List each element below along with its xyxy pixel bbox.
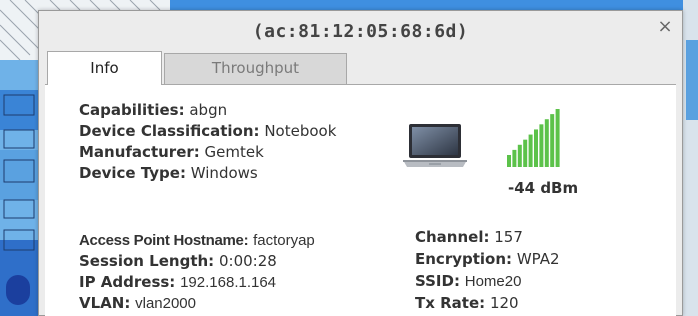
- ssid-label: SSID:: [415, 272, 460, 290]
- signal-bar: [517, 144, 522, 167]
- session-length-row: Session Length: 0:00:28: [79, 252, 277, 270]
- encryption-value: WPA2: [516, 250, 560, 268]
- encryption-label: Encryption:: [415, 250, 513, 268]
- signal-bar: [507, 155, 511, 167]
- channel-value: 157: [494, 228, 523, 246]
- device-type-label: Device Type:: [79, 164, 186, 182]
- signal-strength-value: -44 dBm: [508, 179, 579, 197]
- capabilities-label: Capabilities:: [79, 101, 185, 119]
- capabilities-value: abgn: [189, 101, 228, 119]
- capabilities-row: Capabilities: abgn: [79, 101, 227, 119]
- tab-info[interactable]: Info: [47, 51, 162, 85]
- tx-rate-row: Tx Rate: 120: [415, 294, 519, 312]
- vlan-value: vlan2000: [135, 295, 196, 312]
- info-panel: Capabilities: abgn Device Classification…: [45, 84, 676, 316]
- signal-bar: [512, 149, 517, 167]
- vlan-label: VLAN:: [79, 294, 131, 312]
- ip-address-value: 192.168.1.164: [180, 274, 277, 291]
- client-details-popup: (ac:81:12:05:68:6d) × Info Throughput Ca…: [38, 10, 683, 316]
- session-length-value: 0:00:28: [218, 252, 277, 270]
- popup-title: (ac:81:12:05:68:6d): [252, 21, 469, 42]
- ssid-value: Home20: [464, 273, 522, 290]
- signal-strength-icon: [503, 107, 573, 173]
- ssid-row: SSID: Home20: [415, 272, 521, 290]
- device-type-value: Windows: [190, 164, 258, 182]
- manufacturer-row: Manufacturer: Gemtek: [79, 143, 264, 161]
- signal-bar: [534, 129, 538, 167]
- signal-bar: [550, 114, 555, 167]
- channel-label: Channel:: [415, 228, 490, 246]
- laptop-icon: [401, 122, 469, 174]
- signal-bar: [555, 109, 560, 167]
- manufacturer-value: Gemtek: [204, 143, 264, 161]
- ap-hostname-value: factoryap: [253, 232, 315, 249]
- tx-rate-label: Tx Rate:: [415, 294, 486, 312]
- signal-bar: [539, 124, 544, 167]
- ip-address-row: IP Address: 192.168.1.164: [79, 273, 276, 291]
- channel-row: Channel: 157: [415, 228, 523, 246]
- ap-hostname-row: Access Point Hostname: factoryap: [79, 231, 315, 249]
- signal-bar: [544, 119, 549, 167]
- device-classification-label: Device Classification:: [79, 122, 260, 140]
- ap-hostname-label: Access Point Hostname:: [79, 232, 249, 249]
- device-classification-row: Device Classification: Notebook: [79, 122, 336, 140]
- manufacturer-label: Manufacturer:: [79, 143, 200, 161]
- tab-throughput[interactable]: Throughput: [164, 53, 347, 84]
- session-length-label: Session Length:: [79, 252, 215, 270]
- device-type-row: Device Type: Windows: [79, 164, 258, 182]
- close-icon[interactable]: ×: [656, 18, 674, 36]
- ip-address-label: IP Address:: [79, 273, 176, 291]
- vlan-row: VLAN: vlan2000: [79, 294, 196, 312]
- encryption-row: Encryption: WPA2: [415, 250, 560, 268]
- device-classification-value: Notebook: [264, 122, 337, 140]
- signal-bar: [528, 134, 533, 167]
- signal-bar: [523, 139, 528, 167]
- tx-rate-value: 120: [489, 294, 519, 312]
